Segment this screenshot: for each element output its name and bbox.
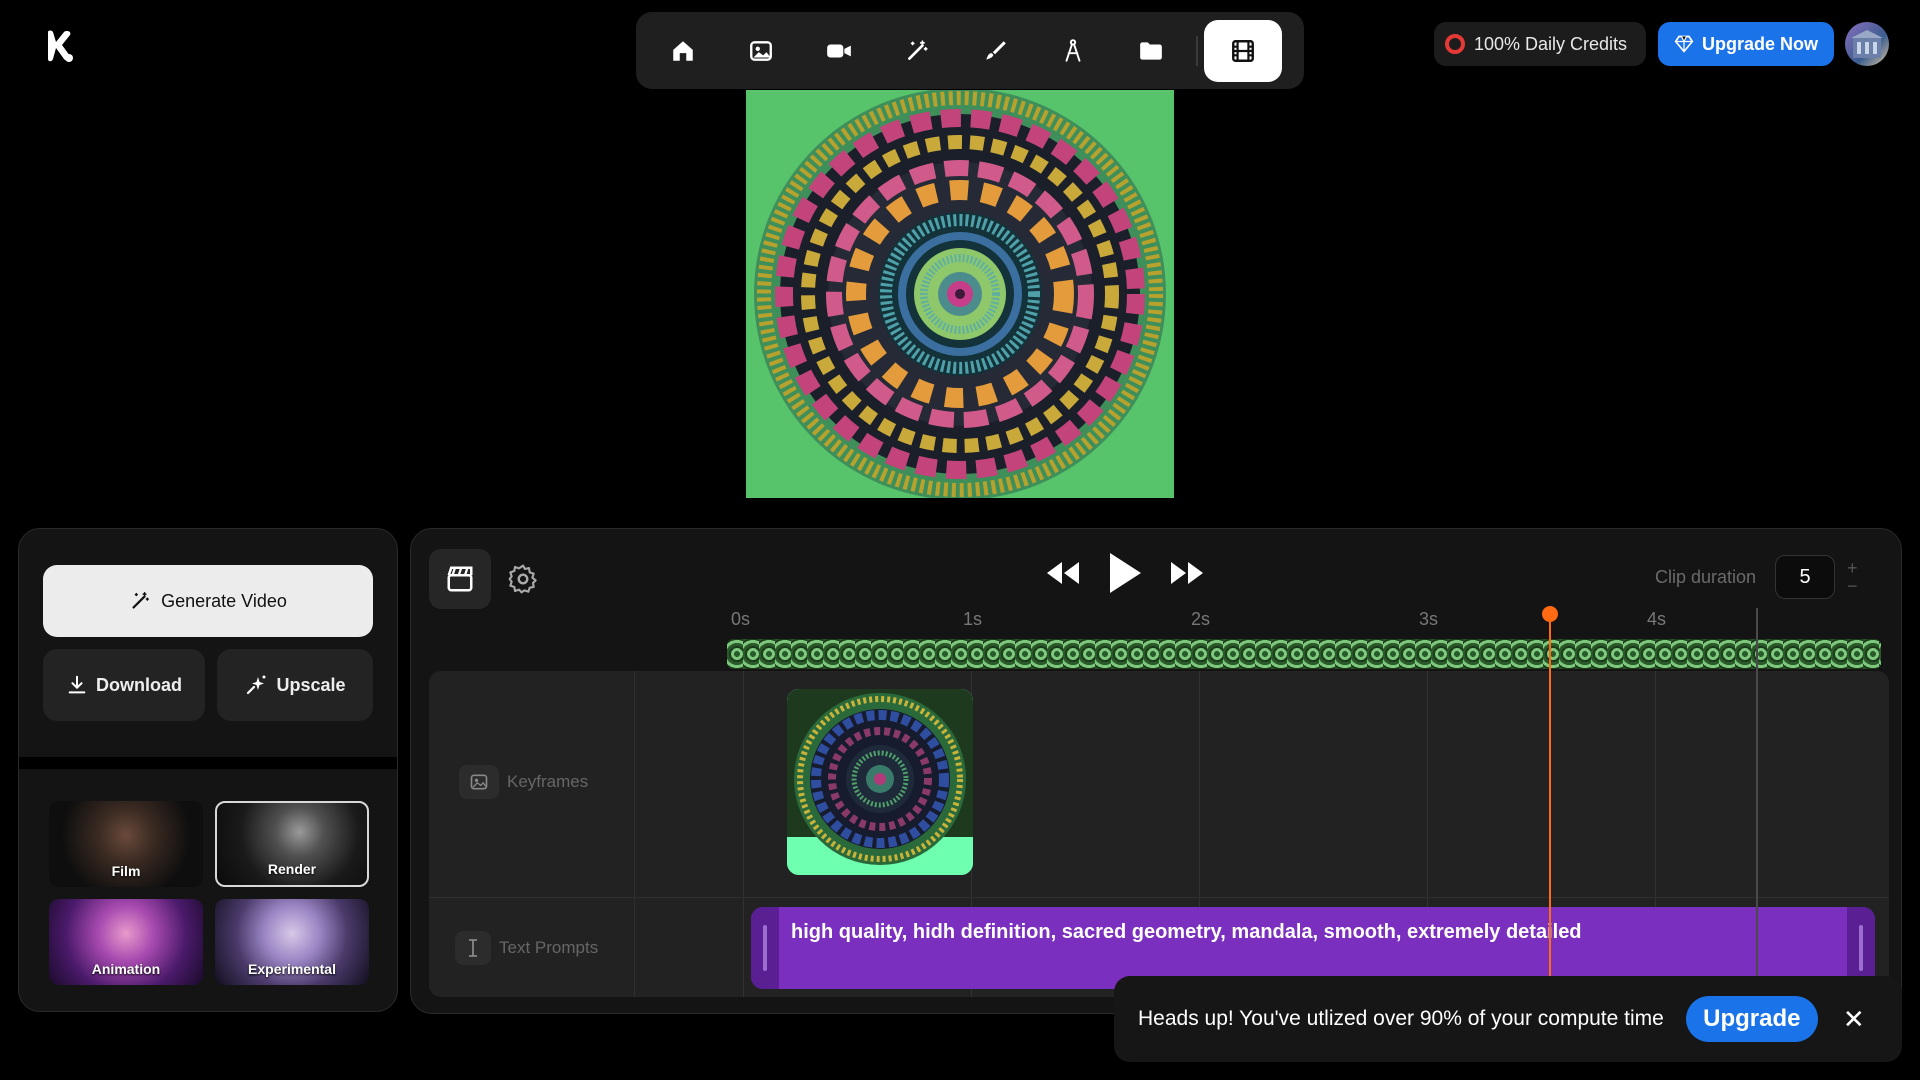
- app-logo-icon[interactable]: [42, 28, 78, 64]
- time-tick: 2s: [1191, 609, 1211, 629]
- playback-controls: [1045, 551, 1205, 595]
- playhead-line[interactable]: [1549, 608, 1551, 980]
- text-cursor-icon: [455, 931, 491, 965]
- style-label: Render: [267, 861, 317, 877]
- daily-credits-indicator[interactable]: 100% Daily Credits: [1434, 22, 1646, 66]
- close-icon[interactable]: ✕: [1840, 1004, 1868, 1034]
- nav-compass-button[interactable]: [1034, 20, 1112, 82]
- fast-forward-button[interactable]: [1169, 560, 1205, 586]
- sparkle-icon: [247, 675, 266, 695]
- upscale-label: Upscale: [276, 674, 346, 695]
- clip-duration-stepper[interactable]: + −: [1847, 559, 1858, 595]
- rewind-button[interactable]: [1045, 560, 1081, 586]
- toast-upgrade-button[interactable]: Upgrade: [1685, 996, 1818, 1042]
- timeline-settings-button[interactable]: [503, 559, 543, 599]
- compute-warning-toast: Heads up! You've utlized over 90% of you…: [1114, 976, 1902, 1062]
- magic-wand-icon: [908, 39, 928, 60]
- style-label: Experimental: [248, 961, 336, 977]
- brush-icon: [986, 40, 1006, 60]
- decrement-icon[interactable]: −: [1847, 577, 1858, 595]
- nav-home-button[interactable]: [644, 20, 722, 82]
- time-tick: 3s: [1419, 609, 1439, 629]
- compass-tool-icon: [1065, 38, 1081, 62]
- style-card-film[interactable]: Film: [49, 801, 203, 887]
- credits-ring-icon: [1445, 34, 1465, 54]
- film-icon: [1232, 39, 1254, 62]
- gear-icon: [508, 564, 537, 594]
- style-card-experimental[interactable]: Experimental: [215, 899, 369, 985]
- style-label: Animation: [91, 961, 161, 977]
- magic-wand-icon: [132, 592, 150, 609]
- rewind-icon: [1047, 562, 1079, 584]
- nav-folder-button[interactable]: [1112, 20, 1190, 82]
- nav-magic-button[interactable]: [878, 20, 956, 82]
- upgrade-now-label: Upgrade Now: [1701, 33, 1818, 54]
- timeline-tracks: Keyframes Text Prompts high quality, hid…: [429, 671, 1889, 997]
- time-tick: 0s: [731, 609, 751, 629]
- clapperboard-icon: [447, 566, 473, 592]
- text-prompts-label: Text Prompts: [499, 938, 599, 957]
- download-label: Download: [96, 674, 182, 695]
- fast-forward-icon: [1171, 562, 1203, 584]
- clips-tab-button[interactable]: [429, 549, 491, 609]
- nav-film-button[interactable]: [1204, 19, 1282, 82]
- time-tick: 1s: [963, 609, 983, 629]
- clip-duration-label: Clip duration: [1655, 567, 1757, 587]
- toast-message: Heads up! You've utlized over 90% of you…: [1138, 1007, 1664, 1030]
- folder-icon: [1140, 41, 1162, 60]
- panel-divider: [19, 757, 397, 769]
- keyframe-thumbnail[interactable]: [787, 689, 973, 875]
- diamond-icon: [1674, 35, 1694, 53]
- nav-divider: [1196, 35, 1198, 66]
- time-tick: 4s: [1647, 609, 1667, 629]
- image-icon: [750, 40, 772, 61]
- playhead-handle[interactable]: [1542, 606, 1558, 622]
- generate-video-button[interactable]: Generate Video: [43, 565, 373, 637]
- prompt-text[interactable]: high quality, hidh definition, sacred ge…: [791, 921, 1582, 944]
- user-avatar[interactable]: [1845, 22, 1889, 66]
- generation-panel: Generate Video Download Upscale Film Ren…: [18, 528, 398, 1012]
- video-camera-icon: [827, 44, 851, 57]
- prompt-left-handle[interactable]: [751, 907, 779, 989]
- style-card-render[interactable]: Render: [215, 801, 369, 887]
- track-divider: [429, 897, 1889, 898]
- increment-icon[interactable]: +: [1847, 559, 1858, 577]
- nav-video-button[interactable]: [800, 20, 878, 82]
- download-button[interactable]: Download: [43, 649, 205, 721]
- upgrade-now-button[interactable]: Upgrade Now: [1658, 22, 1834, 66]
- keyframes-label: Keyframes: [507, 772, 589, 791]
- grid-line: [743, 671, 744, 997]
- generate-video-label: Generate Video: [161, 590, 287, 611]
- nav-brush-button[interactable]: [956, 20, 1034, 82]
- download-icon: [68, 675, 86, 694]
- style-card-animation[interactable]: Animation: [49, 899, 203, 985]
- keyframes-track-label: Keyframes: [459, 765, 588, 799]
- clip-duration-input[interactable]: 5: [1775, 555, 1835, 599]
- image-icon: [459, 765, 499, 799]
- nav-image-button[interactable]: [722, 20, 800, 82]
- text-prompts-track-label: Text Prompts: [455, 931, 598, 965]
- frame-filmstrip[interactable]: [727, 639, 1881, 669]
- clip-end-marker: [1756, 608, 1758, 980]
- play-button[interactable]: [1107, 551, 1143, 595]
- style-label: Film: [111, 863, 141, 879]
- home-icon: [673, 40, 693, 61]
- upscale-button[interactable]: Upscale: [217, 649, 373, 721]
- play-icon: [1110, 553, 1141, 593]
- credits-label: 100% Daily Credits: [1474, 33, 1628, 54]
- timeline-panel: Clip duration 5 + − 0s 1s 2s 3s 4s Keyfr…: [410, 528, 1902, 1014]
- main-navigation: [636, 12, 1304, 89]
- video-preview[interactable]: [746, 90, 1174, 498]
